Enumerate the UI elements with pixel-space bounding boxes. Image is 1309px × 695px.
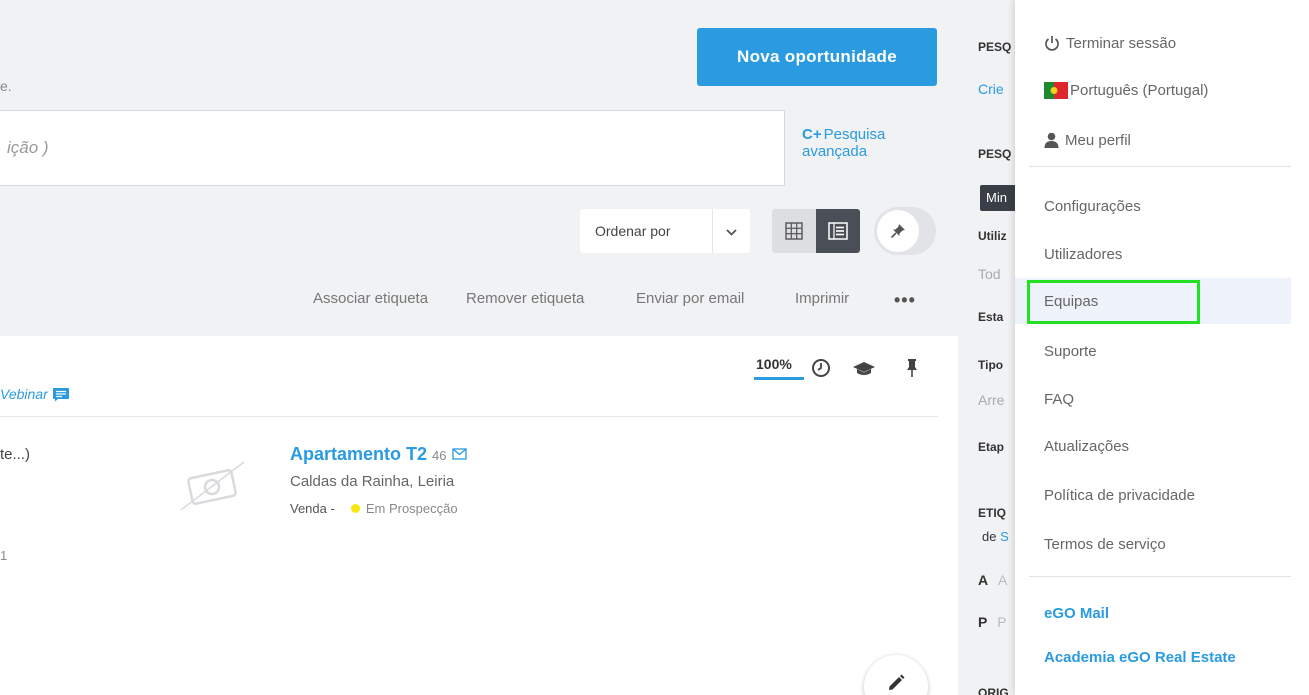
tags-source: de S <box>982 529 1009 544</box>
menu-item-terms[interactable]: Termos de serviço <box>1015 521 1291 567</box>
more-actions-button[interactable]: ••• <box>894 290 916 311</box>
no-photo-icon <box>180 461 245 511</box>
filter-chip[interactable]: Min <box>980 185 1016 211</box>
tag-row-p-letter: P <box>978 614 988 630</box>
menu-item-logout[interactable]: Terminar sessão <box>1015 20 1291 66</box>
search-placeholder: ição ) <box>7 138 49 157</box>
stage-filter-label: Etap <box>978 440 1005 454</box>
clock-icon[interactable] <box>811 358 831 378</box>
tag-row-a[interactable]: A A <box>978 572 1007 588</box>
property-meta: Venda - Em Prospecção <box>290 501 458 516</box>
tags-source-label: de <box>982 529 997 544</box>
property-title-text: Apartamento T2 <box>290 444 428 464</box>
pin-icon <box>877 210 919 252</box>
menu-item-profile[interactable]: Meu perfil <box>1015 117 1291 163</box>
filters-saved-searches-label: PESQ <box>978 40 1012 54</box>
filters-search-label: PESQ <box>978 147 1012 161</box>
tags-source-link[interactable]: S <box>1000 529 1009 544</box>
users-filter-value[interactable]: Tod <box>978 266 1001 282</box>
menu-item-academy[interactable]: Academia eGO Real Estate <box>1015 634 1291 680</box>
power-icon <box>1044 35 1060 51</box>
menu-item-settings[interactable]: Configurações <box>1015 183 1291 229</box>
list-divider <box>0 416 938 417</box>
row-truncated-text: te...) <box>0 446 31 463</box>
advanced-search-icon: C+ <box>802 126 822 143</box>
associate-tag-link[interactable]: Associar etiqueta <box>313 290 428 307</box>
page-subtitle: e. <box>0 78 12 94</box>
pin-toggle[interactable] <box>874 207 936 255</box>
graduation-cap-icon[interactable] <box>852 360 876 378</box>
print-link[interactable]: Imprimir <box>795 290 849 307</box>
menu-item-faq[interactable]: FAQ <box>1015 376 1291 422</box>
list-view-button[interactable] <box>816 209 860 253</box>
menu-item-updates[interactable]: Atualizações <box>1015 423 1291 469</box>
advanced-search-link[interactable]: C+ Pesquisa avançada <box>802 126 885 160</box>
origin-label: ORIG <box>978 686 1009 695</box>
list-icon <box>828 222 848 240</box>
users-filter-label: Utiliz <box>978 229 1007 243</box>
grid-icon <box>785 222 803 240</box>
zoom-percent[interactable]: 100% <box>756 356 792 372</box>
zoom-percent-underline <box>754 377 804 380</box>
create-search-link[interactable]: Crie <box>978 81 1004 97</box>
tag-row-p[interactable]: P P <box>978 614 1007 630</box>
portugal-flag-icon <box>1044 81 1068 99</box>
state-filter-label: Esta <box>978 310 1004 324</box>
property-ref: 46 <box>432 448 447 463</box>
advanced-search-label-2: avançada <box>802 143 868 160</box>
menu-item-language-label: Português (Portugal) <box>1070 81 1209 99</box>
tag-row-a-letter: A <box>978 572 989 588</box>
row-truncated-number: 1 <box>0 548 8 563</box>
menu-item-ego-mail[interactable]: eGO Mail <box>1015 590 1291 636</box>
webinar-label: Vebinar <box>0 386 48 402</box>
order-by-label: Ordenar por <box>595 223 671 239</box>
status-dot <box>350 504 360 513</box>
property-deal-type: Venda - <box>290 501 335 516</box>
pin-icon[interactable] <box>906 358 918 378</box>
chat-icon <box>52 387 69 401</box>
new-opportunity-button[interactable]: Nova oportunidade <box>697 28 937 86</box>
main-content: e. Nova oportunidade ição ) C+ Pesquisa a… <box>0 0 958 695</box>
menu-item-support[interactable]: Suporte <box>1015 328 1291 374</box>
menu-item-language[interactable]: Português (Portugal) <box>1015 67 1291 113</box>
property-status: Em Prospecção <box>365 501 458 516</box>
advanced-search-label: Pesquisa <box>823 126 886 143</box>
search-input[interactable]: ição ) <box>0 110 785 186</box>
property-location: Caldas da Rainha, Leiria <box>290 473 455 490</box>
menu-item-logout-label: Terminar sessão <box>1066 34 1177 52</box>
results-list <box>0 336 958 695</box>
menu-divider <box>1029 166 1291 167</box>
pencil-icon <box>889 674 905 690</box>
menu-divider <box>1029 576 1291 577</box>
menu-item-profile-label: Meu perfil <box>1065 131 1131 149</box>
user-icon <box>1044 132 1059 148</box>
menu-item-privacy[interactable]: Política de privacidade <box>1015 472 1291 518</box>
remove-tag-link[interactable]: Remover etiqueta <box>466 290 584 307</box>
menu-item-users[interactable]: Utilizadores <box>1015 231 1291 277</box>
highlight-box <box>1027 280 1200 324</box>
tag-row-a-value: A <box>998 572 1008 588</box>
user-menu: Terminar sessão Português (Portugal) Meu… <box>1015 0 1309 695</box>
envelope-icon[interactable] <box>451 448 467 460</box>
tags-label: ETIQ <box>978 506 1007 520</box>
webinar-link[interactable]: Vebinar <box>0 386 70 402</box>
order-by-select[interactable]: Ordenar por <box>580 209 750 253</box>
chevron-down-icon[interactable] <box>713 224 750 239</box>
type-filter-value[interactable]: Arre <box>978 392 1004 408</box>
tag-row-p-value: P <box>997 614 1007 630</box>
property-title[interactable]: Apartamento T2 46 <box>290 444 467 465</box>
type-filter-label: Tipo <box>978 358 1004 372</box>
grid-view-button[interactable] <box>772 209 816 253</box>
send-email-link[interactable]: Enviar por email <box>636 290 744 307</box>
